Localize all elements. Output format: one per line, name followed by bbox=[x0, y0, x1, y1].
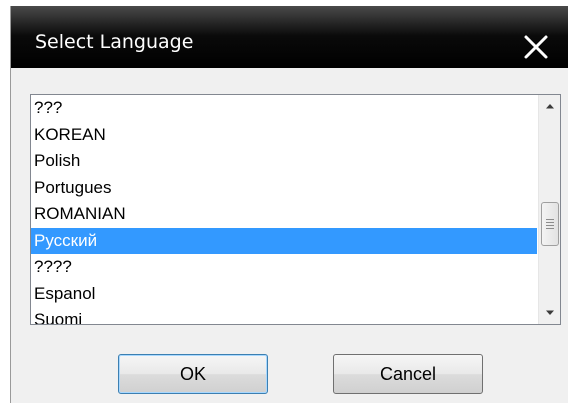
scrollbar-track[interactable] bbox=[539, 117, 560, 302]
language-option[interactable]: ??? bbox=[31, 95, 537, 122]
chevron-down-icon bbox=[546, 310, 554, 315]
scrollbar-thumb[interactable] bbox=[541, 202, 559, 246]
title-bar[interactable]: Select Language bbox=[11, 6, 568, 68]
chevron-up-icon bbox=[546, 104, 554, 109]
close-icon bbox=[524, 35, 548, 59]
language-option[interactable]: KOREAN bbox=[31, 122, 537, 149]
language-option[interactable]: Portugues bbox=[31, 175, 537, 202]
close-button[interactable] bbox=[519, 30, 553, 64]
dialog-title: Select Language bbox=[35, 31, 194, 53]
grip-icon bbox=[546, 217, 554, 231]
scroll-up-button[interactable] bbox=[539, 95, 560, 117]
language-option[interactable]: ROMANIAN bbox=[31, 201, 537, 228]
cancel-button[interactable]: Cancel bbox=[333, 354, 483, 394]
language-option[interactable]: Espanol bbox=[31, 281, 537, 308]
language-option[interactable]: ???? bbox=[31, 254, 537, 281]
ok-button[interactable]: OK bbox=[118, 354, 268, 394]
language-option[interactable]: Polish bbox=[31, 148, 537, 175]
language-option[interactable]: Suomi bbox=[31, 307, 537, 324]
language-option[interactable]: Русский bbox=[31, 227, 537, 254]
vertical-scrollbar[interactable] bbox=[538, 95, 560, 324]
language-listbox[interactable]: ??? KOREAN Polish Portugues ROMANIAN Русский?… bbox=[30, 94, 561, 325]
scroll-down-button[interactable] bbox=[539, 302, 560, 324]
select-language-dialog: Select Language ??? KOREAN Polish Portugues… bbox=[10, 6, 568, 403]
language-list: ??? KOREAN Polish Portugues ROMANIAN Русский?… bbox=[31, 95, 537, 324]
